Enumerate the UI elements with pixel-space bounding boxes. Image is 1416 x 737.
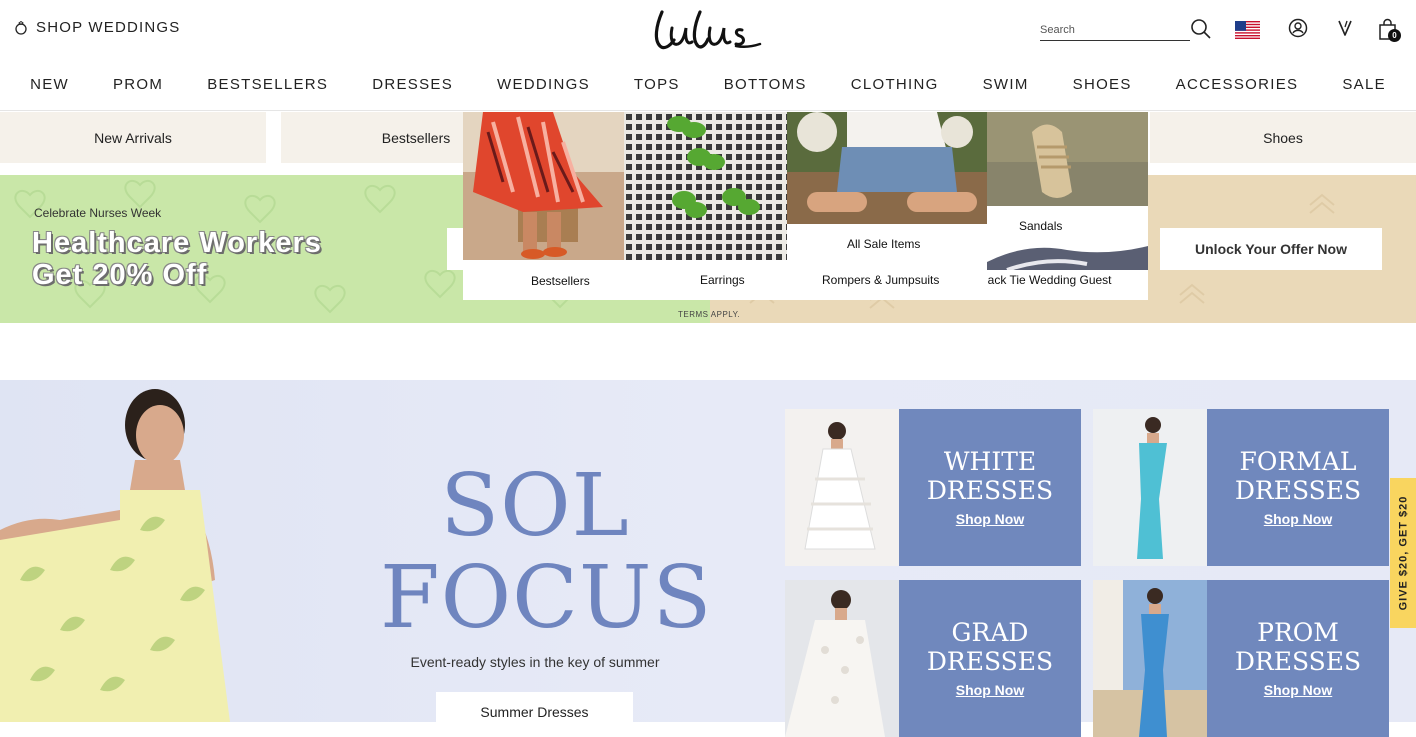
nav-bestsellers[interactable]: BESTSELLERS <box>185 62 350 110</box>
shop-now-link[interactable]: Shop Now <box>1264 511 1332 527</box>
card-prom-dresses[interactable]: PROM DRESSES Shop Now <box>1093 580 1389 737</box>
nav-sale[interactable]: SALE <box>1320 62 1408 110</box>
nav-bottoms[interactable]: BOTTOMS <box>702 62 829 110</box>
earrings-image <box>624 112 787 260</box>
card-title-line1: FORMAL <box>1239 447 1357 476</box>
prom-dresses-panel: PROM DRESSES Shop Now <box>1207 580 1389 737</box>
bag-count-badge: 0 <box>1388 29 1401 42</box>
top-bar: SHOP WEDDINGS 0 <box>0 0 1416 62</box>
formal-dresses-photo <box>1093 409 1207 566</box>
referral-label: GIVE $20, GET $20 <box>1397 495 1409 611</box>
nav-divider <box>0 110 1416 111</box>
card-title: FORMAL DRESSES <box>1207 447 1389 505</box>
main-nav: NEW PROM BESTSELLERS DRESSES WEDDINGS TO… <box>0 62 1416 110</box>
grad-dresses-panel: GRAD DRESSES Shop Now <box>899 580 1081 737</box>
mega-label-sandals[interactable]: Sandals <box>1019 219 1062 233</box>
mega-tile-earrings[interactable]: Earrings <box>624 112 787 300</box>
mega-label-earrings: Earrings <box>700 273 745 287</box>
subcat-new-arrivals[interactable]: New Arrivals <box>0 112 266 163</box>
wishlist-icon[interactable] <box>1336 18 1354 38</box>
nav-weddings[interactable]: WEDDINGS <box>475 62 612 110</box>
nav-prom[interactable]: PROM <box>91 62 185 110</box>
black-tie-image <box>987 242 1148 270</box>
promo-eyebrow: Celebrate Nurses Week <box>34 206 162 220</box>
hero-title: SOL FOCUS <box>380 456 713 648</box>
bestsellers-image <box>463 112 624 260</box>
card-title-line2: DRESSES <box>926 476 1054 505</box>
formal-dresses-panel: FORMAL DRESSES Shop Now <box>1207 409 1389 566</box>
search-box <box>1040 18 1212 42</box>
hero-title-line1: SOL <box>440 456 630 556</box>
card-title: WHITE DRESSES <box>899 447 1081 505</box>
mega-label-bestsellers: Bestsellers <box>531 274 590 288</box>
card-formal-dresses[interactable]: FORMAL DRESSES Shop Now <box>1093 409 1389 566</box>
subcat-shoes[interactable]: Shoes <box>1150 112 1416 163</box>
promo-headline-line2: Get 20% Off <box>32 259 208 291</box>
mega-tile-sale[interactable]: All Sale Items Rompers & Jumpsuits <box>787 112 987 300</box>
nav-tops[interactable]: TOPS <box>612 62 702 110</box>
sale-image <box>787 112 987 224</box>
sandals-image <box>987 112 1148 206</box>
hero-tagline: Event-ready styles in the key of summer <box>410 654 660 670</box>
card-title: PROM DRESSES <box>1207 618 1389 676</box>
card-title-line1: WHITE <box>943 447 1037 476</box>
promo-headline-line1: Healthcare Workers <box>32 227 322 259</box>
card-title: GRAD DRESSES <box>899 618 1081 676</box>
nav-swim[interactable]: SWIM <box>961 62 1051 110</box>
nav-clothing[interactable]: CLOTHING <box>829 62 961 110</box>
shop-now-link[interactable]: Shop Now <box>956 511 1024 527</box>
account-icon[interactable] <box>1288 18 1308 38</box>
hero-model-image[interactable] <box>0 380 380 722</box>
card-title-line2: DRESSES <box>926 647 1054 676</box>
white-dresses-panel: WHITE DRESSES Shop Now <box>899 409 1081 566</box>
summer-dresses-button[interactable]: Summer Dresses <box>436 692 633 732</box>
nav-new[interactable]: NEW <box>8 62 91 110</box>
mega-menu-dropdown: Bestsellers Earrings All Sale Items Romp… <box>463 112 1148 300</box>
card-title-line1: PROM <box>1257 618 1339 647</box>
promo-headline: Healthcare Workers Get 20% Off <box>32 227 322 291</box>
referral-side-tab[interactable]: GIVE $20, GET $20 <box>1390 478 1416 628</box>
mega-label-all-sale[interactable]: All Sale Items <box>847 237 920 251</box>
card-white-dresses[interactable]: WHITE DRESSES Shop Now <box>785 409 1081 566</box>
us-flag-icon[interactable] <box>1235 21 1260 39</box>
white-dresses-photo <box>785 409 899 566</box>
lulus-logo[interactable] <box>652 6 764 54</box>
card-grad-dresses[interactable]: GRAD DRESSES Shop Now <box>785 580 1081 737</box>
shop-weddings-link[interactable]: SHOP WEDDINGS <box>14 19 181 36</box>
nav-shoes[interactable]: SHOES <box>1051 62 1154 110</box>
card-title-line2: DRESSES <box>1234 647 1362 676</box>
shop-now-link[interactable]: Shop Now <box>956 682 1024 698</box>
mega-label-black-tie[interactable]: lack Tie Wedding Guest <box>987 273 1112 287</box>
mega-tile-bestsellers[interactable]: Bestsellers <box>463 112 624 300</box>
nav-accessories[interactable]: ACCESSORIES <box>1154 62 1321 110</box>
card-title-line1: GRAD <box>951 618 1029 647</box>
terms-apply[interactable]: TERMS APPLY. <box>678 310 740 319</box>
search-input[interactable] <box>1040 20 1190 41</box>
grad-dresses-photo <box>785 580 899 737</box>
shop-weddings-label: SHOP WEDDINGS <box>36 19 181 36</box>
unlock-offer-button[interactable]: Unlock Your Offer Now <box>1160 228 1382 270</box>
card-title-line2: DRESSES <box>1234 476 1362 505</box>
shop-now-link[interactable]: Shop Now <box>1264 682 1332 698</box>
hero-title-line2: FOCUS <box>380 548 713 648</box>
prom-dresses-photo <box>1093 580 1207 737</box>
nav-dresses[interactable]: DRESSES <box>350 62 475 110</box>
ring-icon <box>15 20 27 35</box>
mega-tile-sandals[interactable]: Sandals lack Tie Wedding Guest <box>987 112 1148 300</box>
mega-label-rompers[interactable]: Rompers & Jumpsuits <box>822 273 939 287</box>
search-icon[interactable] <box>1190 18 1212 40</box>
